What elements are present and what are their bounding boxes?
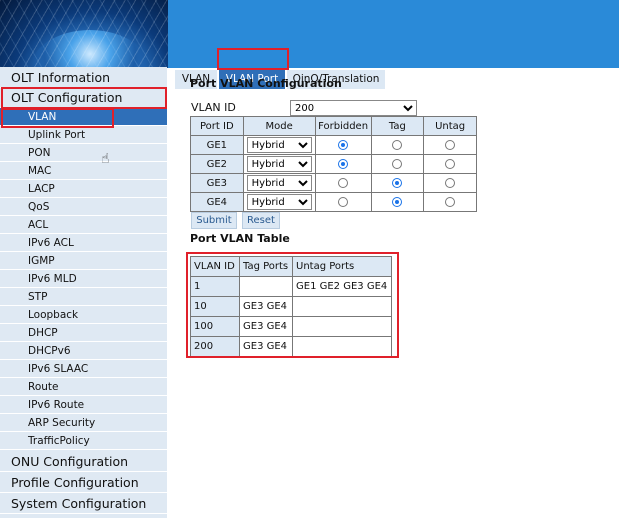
port-id-cell: GE1 bbox=[190, 135, 244, 155]
reset-button[interactable]: Reset bbox=[242, 212, 280, 229]
table-row: 1 GE1 GE2 GE3 GE4 bbox=[190, 276, 392, 297]
vlan-id-select[interactable]: 200 bbox=[290, 100, 417, 116]
untag-radio[interactable] bbox=[445, 158, 456, 169]
submit-button[interactable]: Submit bbox=[191, 212, 237, 229]
vlan-id-label: VLAN ID bbox=[191, 101, 236, 114]
column-header-forbidden: Forbidden bbox=[314, 116, 372, 136]
sidebar-item-system-configuration[interactable]: System Configuration bbox=[0, 494, 167, 514]
sidebar-item-ipv6-mld[interactable]: IPv6 MLD bbox=[0, 270, 167, 288]
sidebar-item-uplink-port[interactable]: Uplink Port bbox=[0, 126, 167, 144]
sidebar-item-igmp[interactable]: IGMP bbox=[0, 252, 167, 270]
untag-ports-cell bbox=[292, 316, 392, 337]
vlan-id-cell: 10 bbox=[190, 296, 240, 317]
tag-radio[interactable] bbox=[392, 177, 403, 188]
sidebar-item-olt-information[interactable]: OLT Information bbox=[0, 68, 167, 88]
sidebar-item-vlan[interactable]: VLAN bbox=[0, 108, 167, 126]
mode-select[interactable]: Hybrid bbox=[246, 137, 312, 153]
tag-radio[interactable] bbox=[392, 139, 403, 150]
untag-radio[interactable] bbox=[445, 196, 456, 207]
untag-ports-cell bbox=[292, 296, 392, 317]
table-row: 200 GE3 GE4 bbox=[190, 336, 392, 357]
mode-select[interactable]: Hybrid bbox=[246, 175, 312, 191]
table-row: GE1 Hybrid bbox=[190, 135, 477, 155]
sidebar-item-dhcp[interactable]: DHCP bbox=[0, 324, 167, 342]
header-bar bbox=[0, 0, 619, 68]
forbidden-radio[interactable] bbox=[338, 158, 349, 169]
logo-banner bbox=[0, 0, 168, 68]
column-header-tag: Tag bbox=[370, 116, 425, 136]
port-vlan-config-title: Port VLAN Configuration bbox=[190, 77, 342, 90]
port-id-cell: GE2 bbox=[190, 154, 244, 174]
untag-ports-cell bbox=[292, 336, 392, 357]
column-header-vlan-id: VLAN ID bbox=[190, 256, 240, 277]
sidebar-item-route[interactable]: Route bbox=[0, 378, 167, 396]
port-id-cell: GE3 bbox=[190, 173, 244, 193]
sidebar-item-stp[interactable]: STP bbox=[0, 288, 167, 306]
port-vlan-table: VLAN ID Tag Ports Untag Ports 1 GE1 GE2 … bbox=[190, 256, 392, 357]
tag-radio[interactable] bbox=[392, 196, 403, 207]
sidebar-item-olt-configuration[interactable]: OLT Configuration bbox=[0, 88, 167, 108]
sidebar-item-onu-configuration[interactable]: ONU Configuration bbox=[0, 452, 167, 472]
sidebar-item-loopback[interactable]: Loopback bbox=[0, 306, 167, 324]
table-row: GE2 Hybrid bbox=[190, 154, 477, 174]
vlan-id-cell: 200 bbox=[190, 336, 240, 357]
untag-radio[interactable] bbox=[445, 139, 456, 150]
tag-ports-cell: GE3 GE4 bbox=[239, 336, 293, 357]
untag-ports-cell: GE1 GE2 GE3 GE4 bbox=[292, 276, 392, 297]
port-vlan-config-table: Port ID Mode Forbidden Tag Untag GE1 Hyb… bbox=[190, 116, 477, 212]
sidebar: OLT Information OLT Configuration VLAN U… bbox=[0, 67, 167, 518]
sidebar-item-dhcpv6[interactable]: DHCPv6 bbox=[0, 342, 167, 360]
table-row: GE4 Hybrid bbox=[190, 192, 477, 212]
forbidden-radio[interactable] bbox=[338, 177, 349, 188]
sidebar-item-mac[interactable]: MAC bbox=[0, 162, 167, 180]
sidebar-item-lacp[interactable]: LACP bbox=[0, 180, 167, 198]
vlan-id-cell: 1 bbox=[190, 276, 240, 297]
tag-ports-cell: GE3 GE4 bbox=[239, 296, 293, 317]
mode-select[interactable]: Hybrid bbox=[246, 156, 312, 172]
column-header-port-id: Port ID bbox=[190, 116, 244, 136]
tag-radio[interactable] bbox=[392, 158, 403, 169]
sidebar-item-ipv6-slaac[interactable]: IPv6 SLAAC bbox=[0, 360, 167, 378]
sidebar-item-qos[interactable]: QoS bbox=[0, 198, 167, 216]
sidebar-item-ipv6-route[interactable]: IPv6 Route bbox=[0, 396, 167, 414]
tag-ports-cell bbox=[239, 276, 293, 297]
table-row: 100 GE3 GE4 bbox=[190, 316, 392, 337]
forbidden-radio[interactable] bbox=[338, 196, 349, 207]
tag-ports-cell: GE3 GE4 bbox=[239, 316, 293, 337]
mode-select[interactable]: Hybrid bbox=[246, 194, 312, 210]
forbidden-radio[interactable] bbox=[338, 139, 349, 150]
column-header-tag-ports: Tag Ports bbox=[239, 256, 293, 277]
pointer-hand-icon: ☝ bbox=[101, 151, 110, 167]
vlan-id-cell: 100 bbox=[190, 316, 240, 337]
column-header-mode: Mode bbox=[242, 116, 316, 136]
port-vlan-table-title: Port VLAN Table bbox=[190, 232, 290, 245]
sidebar-item-trafficpolicy[interactable]: TrafficPolicy bbox=[0, 432, 167, 450]
port-id-cell: GE4 bbox=[190, 192, 244, 212]
table-row: GE3 Hybrid bbox=[190, 173, 477, 193]
sidebar-item-profile-configuration[interactable]: Profile Configuration bbox=[0, 473, 167, 493]
untag-radio[interactable] bbox=[445, 177, 456, 188]
sidebar-item-arp-security[interactable]: ARP Security bbox=[0, 414, 167, 432]
table-row: 10 GE3 GE4 bbox=[190, 296, 392, 317]
sidebar-item-ipv6-acl[interactable]: IPv6 ACL bbox=[0, 234, 167, 252]
sidebar-item-pon[interactable]: PON bbox=[0, 144, 167, 162]
column-header-untag: Untag bbox=[423, 116, 477, 136]
column-header-untag-ports: Untag Ports bbox=[292, 256, 392, 277]
sidebar-item-acl[interactable]: ACL bbox=[0, 216, 167, 234]
